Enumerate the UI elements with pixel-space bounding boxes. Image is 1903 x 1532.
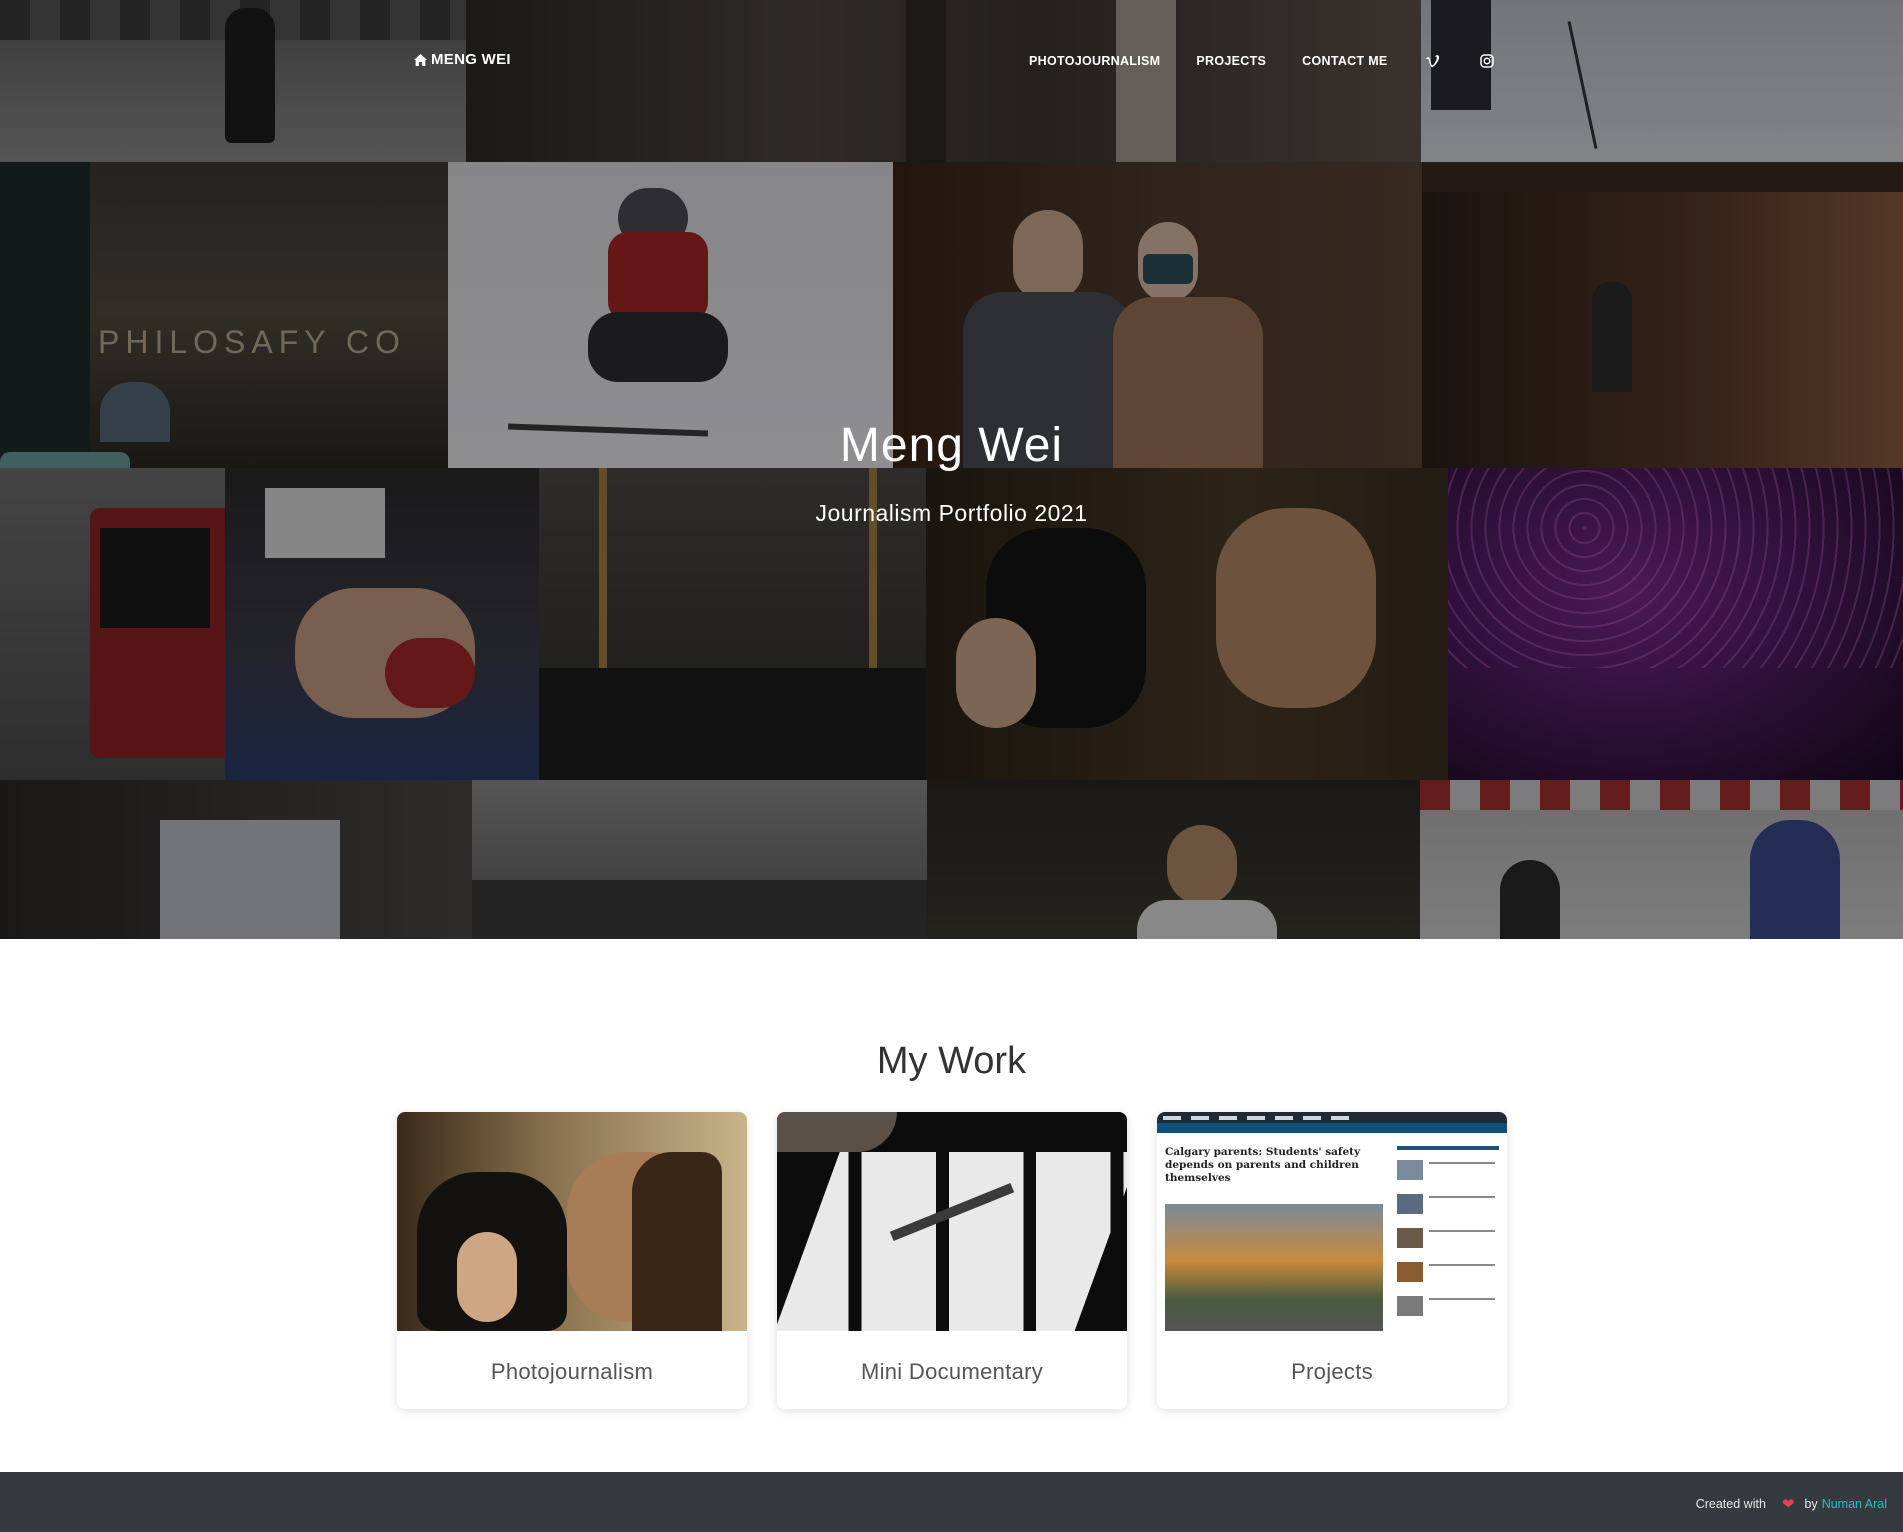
card-photojournalism-image (397, 1112, 747, 1331)
nav-link-projects[interactable]: PROJECTS (1196, 54, 1266, 68)
nav-links: PHOTOJOURNALISM PROJECTS CONTACT ME (1029, 52, 1496, 70)
site-footer: Created with ❤ by Numan Aral (0, 1472, 1903, 1532)
hero-section: PHILOSAFY CO MENG WEI PHOTOJOURNALISM PR… (0, 0, 1903, 939)
card-projects[interactable]: Calgary parents: Students' safety depend… (1157, 1112, 1507, 1409)
article-preview-headline: Calgary parents: Students' safety depend… (1165, 1146, 1361, 1184)
brand-label: MENG WEI (431, 51, 511, 68)
card-photojournalism-label: Photojournalism (490, 1359, 654, 1384)
my-work-heading: My Work (876, 1040, 1027, 1082)
card-projects-image: Calgary parents: Students' safety depend… (1157, 1112, 1507, 1331)
hero-subtitle: Journalism Portfolio 2021 (815, 500, 1088, 526)
card-photojournalism[interactable]: Photojournalism (397, 1112, 747, 1409)
footer-credits: Created with ❤ by Numan Aral (1696, 1495, 1887, 1513)
card-mini-documentary-label: Mini Documentary (860, 1359, 1044, 1384)
card-mini-documentary[interactable]: Mini Documentary (777, 1112, 1127, 1409)
brand-home-link[interactable]: MENG WEI (414, 51, 511, 68)
home-icon (414, 53, 427, 66)
heart-icon: ❤ (1781, 1496, 1795, 1513)
vimeo-icon[interactable] (1424, 52, 1442, 70)
top-navbar: MENG WEI PHOTOJOURNALISM PROJECTS CONTAC… (0, 0, 1903, 120)
footer-by: by (1804, 1497, 1818, 1511)
instagram-icon[interactable] (1478, 52, 1496, 70)
card-mini-documentary-image (777, 1112, 1127, 1331)
footer-created-with: Created with (1695, 1497, 1766, 1511)
hero-title: Meng Wei (839, 419, 1064, 472)
nav-link-contact-me[interactable]: CONTACT ME (1302, 54, 1387, 68)
card-projects-label: Projects (1291, 1359, 1373, 1384)
footer-author-link[interactable]: Numan Aral (1822, 1497, 1887, 1511)
nav-link-photojournalism[interactable]: PHOTOJOURNALISM (1029, 54, 1160, 68)
